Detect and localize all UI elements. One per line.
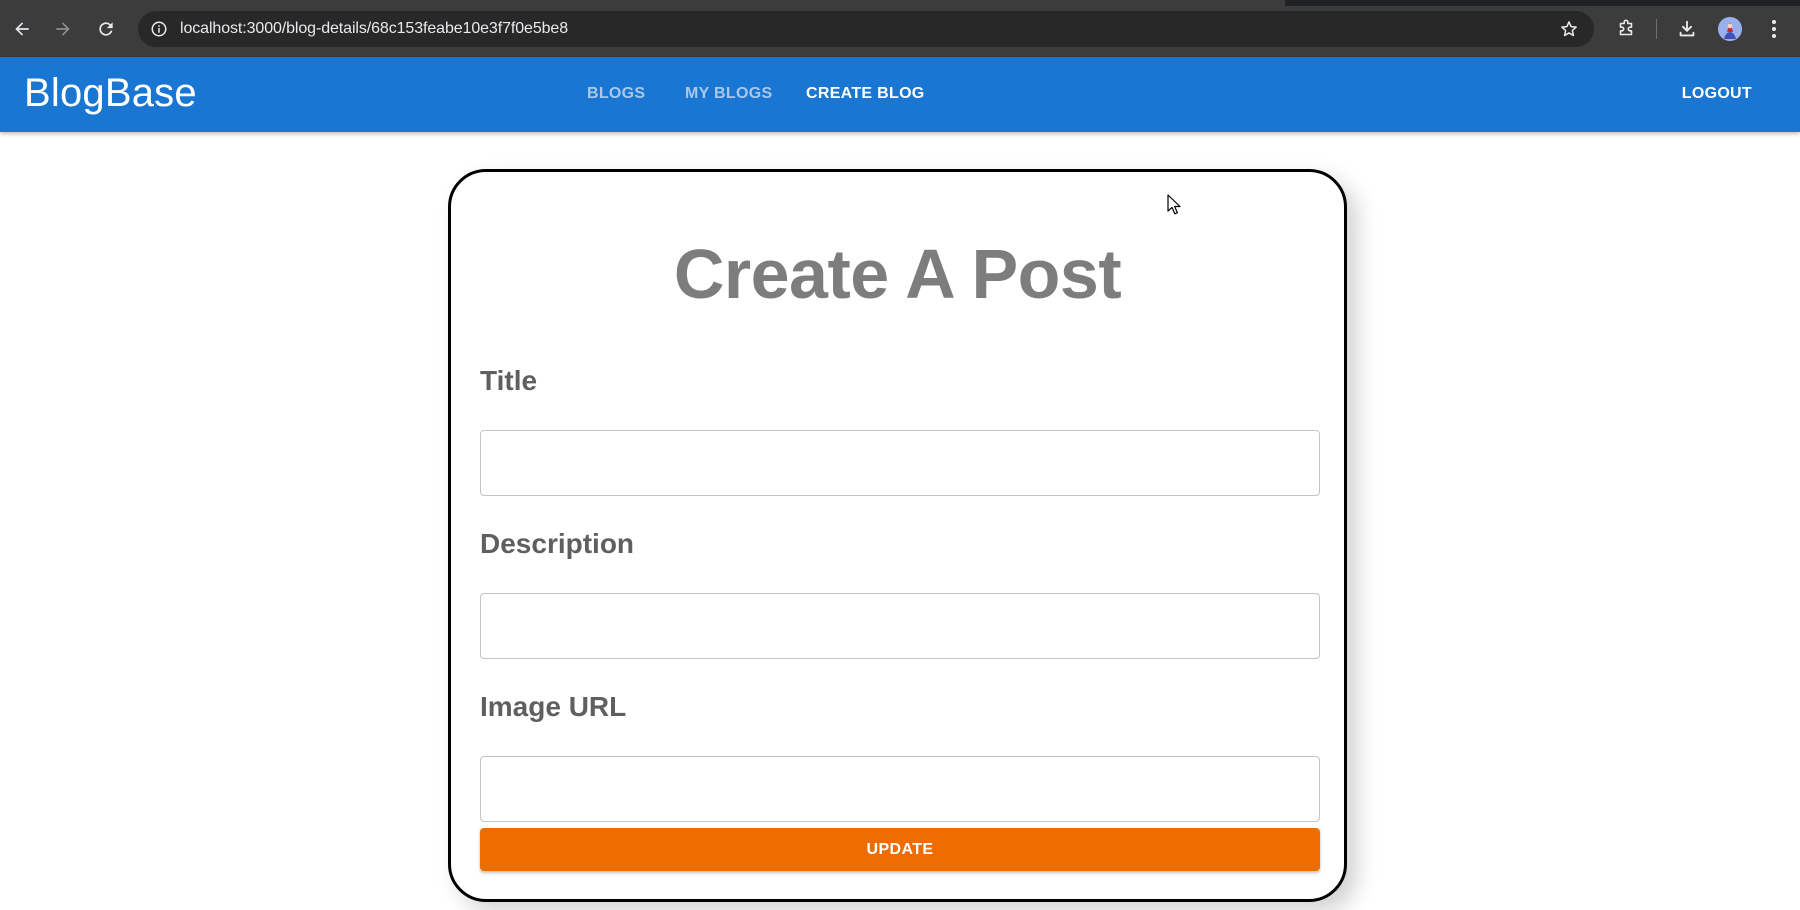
url-text[interactable]: localhost:3000/blog-details/68c153feabe1… [180,20,568,38]
browser-chrome: localhost:3000/blog-details/68c153feabe1… [0,0,1800,57]
tab-strip [0,0,1800,6]
page-title: Create A Post [673,235,1122,313]
logout-button[interactable]: LOGOUT [1682,85,1752,103]
active-tab-edge [0,0,1285,6]
reload-icon [99,22,113,36]
title-input[interactable] [480,430,1320,496]
bookmark-star-icon[interactable] [1558,18,1580,40]
downloads-icon[interactable] [1674,16,1700,42]
app-bar: BlogBase BLOGS MY BLOGS CREATE BLOG LOGO… [0,57,1800,132]
image-url-input[interactable] [480,756,1320,822]
forward-button[interactable] [48,14,78,44]
nav-blogs[interactable]: BLOGS [587,85,645,103]
back-arrow-icon [15,22,29,36]
toolbar-separator [1656,19,1657,39]
reload-button[interactable] [91,14,121,44]
title-label: Title [480,365,538,396]
forward-arrow-icon [56,22,70,36]
description-input[interactable] [480,593,1320,659]
site-info-icon[interactable] [148,18,170,40]
profile-avatar[interactable] [1718,17,1742,41]
nav-create-blog[interactable]: CREATE BLOG [806,85,925,103]
extensions-icon[interactable] [1613,16,1639,42]
update-button[interactable]: UPDATE [480,828,1320,871]
back-button[interactable] [7,14,37,44]
brand-logo[interactable]: BlogBase [24,71,197,116]
mouse-pointer-icon [1167,194,1181,215]
address-bar[interactable]: localhost:3000/blog-details/68c153feabe1… [138,11,1594,47]
menu-kebab-icon[interactable] [1761,16,1787,42]
description-label: Description [480,528,635,559]
create-post-card: Create A Post Title Description Image UR… [448,169,1347,902]
nav-my-blogs[interactable]: MY BLOGS [685,85,772,103]
image-url-label: Image URL [480,691,627,722]
